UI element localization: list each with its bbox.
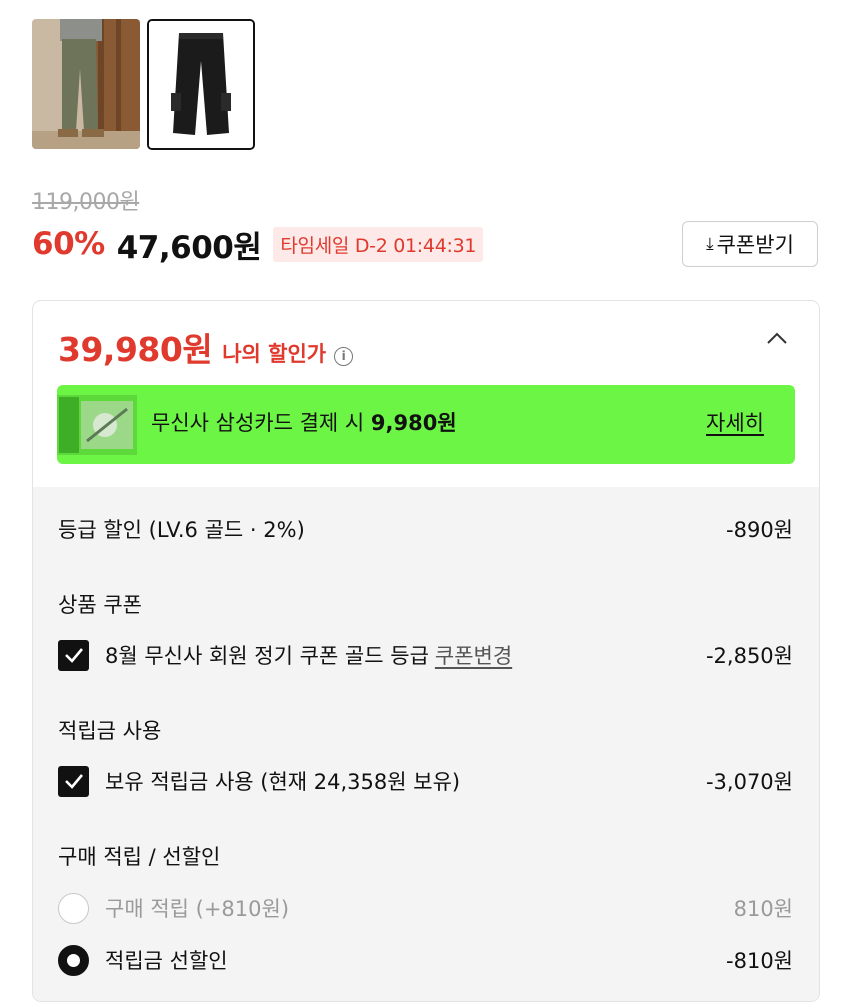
prediscount-amount: -810원 (726, 949, 793, 973)
product-coupon-checkbox[interactable] (58, 639, 89, 671)
chevron-up-icon[interactable] (766, 331, 788, 345)
purchase-title: 구매 적립 / 선할인 (58, 845, 221, 869)
pants-photo (149, 21, 253, 148)
model-photo (32, 19, 140, 149)
my-discount-card: 39,980원 나의 할인가 i 무신사 삼성카드 결제 시 9,980원 자세… (32, 300, 820, 1002)
purchase-points-option[interactable]: 구매 적립 (+810원) 810원 (58, 890, 793, 926)
samsung-card-image (57, 395, 137, 455)
info-icon[interactable]: i (334, 347, 354, 366)
prediscount-option[interactable]: 적립금 선할인 -810원 (58, 942, 793, 978)
prediscount-radio[interactable] (58, 944, 89, 976)
prediscount-label: 적립금 선할인 (105, 949, 228, 973)
product-thumbnail-1[interactable] (32, 19, 140, 149)
my-price-label: 나의 할인가 (222, 342, 327, 366)
discount-rate: 60% (32, 226, 105, 262)
checkmark-icon (64, 774, 83, 789)
points-checkbox[interactable] (58, 765, 89, 797)
product-coupon-label: 8월 무신사 회원 정기 쿠폰 골드 등급 (105, 644, 429, 668)
product-coupon-row: 8월 무신사 회원 정기 쿠폰 골드 등급 쿠폰변경 -2,850원 (58, 637, 793, 673)
download-icon: ⤓ (706, 234, 714, 254)
grade-discount-row: 등급 할인 (LV.6 골드 · 2%) -890원 (58, 511, 793, 547)
product-coupon-title: 상품 쿠폰 (58, 593, 142, 617)
timesale-badge: 타임세일 D-2 01:44:31 (273, 226, 484, 262)
grade-discount-label: 등급 할인 (LV.6 골드 · 2%) (58, 518, 305, 542)
checkmark-icon (64, 648, 83, 663)
points-row: 보유 적립금 사용 (현재 24,358원 보유) -3,070원 (58, 763, 793, 799)
purchase-points-amount: 810원 (733, 897, 793, 921)
my-price-amount: 39,980원 (58, 330, 213, 369)
purchase-points-label: 구매 적립 (+810원) (105, 897, 290, 921)
get-coupon-label: 쿠폰받기 (716, 233, 794, 257)
get-coupon-button[interactable]: ⤓ 쿠폰받기 (682, 221, 818, 267)
points-title: 적립금 사용 (58, 719, 162, 743)
promo-detail-link[interactable]: 자세히 (706, 407, 764, 437)
points-amount: -3,070원 (705, 770, 793, 794)
discount-breakdown: 등급 할인 (LV.6 골드 · 2%) -890원 상품 쿠폰 8월 무신사 … (33, 487, 819, 1001)
promo-amount: 9,980원 (370, 411, 457, 435)
card-promo-banner[interactable]: 무신사 삼성카드 결제 시 9,980원 자세히 (57, 385, 795, 464)
promo-text: 무신사 삼성카드 결제 시 9,980원 (151, 407, 457, 437)
points-label: 보유 적립금 사용 (현재 24,358원 보유) (105, 770, 461, 794)
original-price: 119,000원 (32, 190, 140, 215)
change-coupon-link[interactable]: 쿠폰변경 (435, 640, 512, 670)
price-row: 60% 47,600원 타임세일 D-2 01:44:31 (32, 224, 484, 266)
sale-price: 47,600원 (116, 229, 262, 266)
grade-discount-amount: -890원 (726, 518, 793, 542)
promo-text-prefix: 무신사 삼성카드 결제 시 (151, 411, 371, 435)
purchase-points-radio[interactable] (58, 892, 89, 924)
my-price-header: 39,980원 나의 할인가 i (58, 323, 354, 371)
product-coupon-amount: -2,850원 (705, 644, 793, 668)
product-thumbnail-2[interactable] (147, 19, 255, 150)
